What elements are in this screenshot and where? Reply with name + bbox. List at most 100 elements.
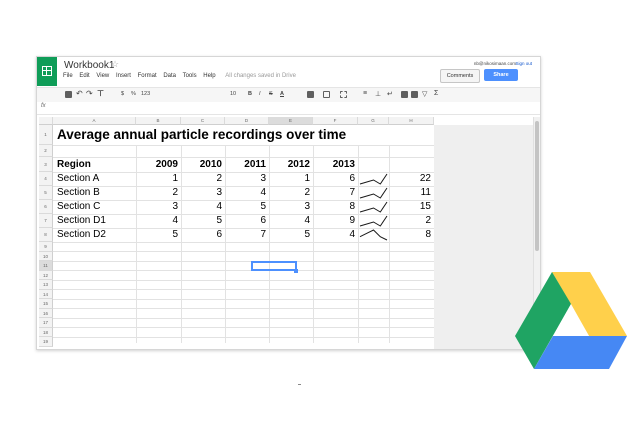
- cell-value[interactable]: 3: [181, 187, 222, 199]
- cell-value[interactable]: 6: [181, 229, 222, 241]
- row-header-14[interactable]: 14: [39, 289, 53, 299]
- document-title[interactable]: Workbook1: [64, 60, 114, 71]
- row-header-7[interactable]: 7: [39, 214, 53, 228]
- cell-total[interactable]: 11: [389, 187, 431, 199]
- menu-help[interactable]: Help: [203, 73, 215, 79]
- row-header-5[interactable]: 5: [39, 186, 53, 200]
- menu-view[interactable]: View: [96, 73, 109, 79]
- cell-region[interactable]: Section B: [57, 187, 100, 199]
- row-header-12[interactable]: 12: [39, 270, 53, 280]
- redo-icon[interactable]: ↷: [86, 89, 93, 98]
- cell-region[interactable]: Section D1: [57, 215, 106, 227]
- font-size-dropdown[interactable]: 10: [230, 91, 236, 97]
- header-region[interactable]: Region: [57, 159, 91, 171]
- cell-total[interactable]: 22: [389, 173, 431, 185]
- cell-value[interactable]: 2: [181, 173, 222, 185]
- column-header-h[interactable]: H: [389, 117, 434, 125]
- cell-value[interactable]: 4: [136, 215, 178, 227]
- cell-value[interactable]: 3: [269, 201, 310, 213]
- cell-value[interactable]: 4: [269, 215, 310, 227]
- selected-cell[interactable]: [251, 261, 297, 271]
- filter-icon[interactable]: ▽: [422, 90, 427, 98]
- menu-format[interactable]: Format: [138, 73, 157, 79]
- column-header-b[interactable]: B: [136, 117, 181, 125]
- menu-tools[interactable]: Tools: [183, 73, 197, 79]
- header-2012[interactable]: 2012: [269, 159, 310, 171]
- row-header-11[interactable]: 11: [39, 261, 53, 271]
- vertical-align-icon[interactable]: ⊥: [375, 90, 381, 98]
- align-icon[interactable]: ≡: [363, 90, 367, 97]
- cell-value[interactable]: 1: [136, 173, 178, 185]
- row-header-8[interactable]: 8: [39, 228, 53, 242]
- column-header-d[interactable]: D: [225, 117, 269, 125]
- cell-value[interactable]: 5: [181, 215, 222, 227]
- header-2011[interactable]: 2011: [225, 159, 266, 171]
- column-header-f[interactable]: F: [313, 117, 358, 125]
- menu-edit[interactable]: Edit: [79, 73, 89, 79]
- cell-value[interactable]: 2: [269, 187, 310, 199]
- number-format-dropdown[interactable]: 123: [141, 91, 150, 97]
- row-header-18[interactable]: 18: [39, 327, 53, 337]
- print-icon[interactable]: [65, 91, 72, 98]
- column-header-g[interactable]: G: [358, 117, 389, 125]
- header-2009[interactable]: 2009: [136, 159, 178, 171]
- insert-chart-icon[interactable]: [411, 91, 418, 98]
- sheet-title-cell[interactable]: Average annual particle recordings over …: [57, 127, 346, 142]
- menu-data[interactable]: Data: [163, 73, 176, 79]
- row-header-10[interactable]: 10: [39, 251, 53, 261]
- merge-cells-icon[interactable]: [340, 91, 347, 98]
- column-header-c[interactable]: C: [181, 117, 225, 125]
- column-header-e[interactable]: E: [269, 117, 313, 125]
- cell-region[interactable]: Section C: [57, 201, 100, 213]
- cell-value[interactable]: 5: [269, 229, 310, 241]
- cell-value[interactable]: 1: [269, 173, 310, 185]
- row-header-15[interactable]: 15: [39, 299, 53, 309]
- cell-value[interactable]: 5: [225, 201, 266, 213]
- comments-button[interactable]: Comments: [440, 69, 480, 83]
- row-header-6[interactable]: 6: [39, 200, 53, 214]
- wrap-text-icon[interactable]: ↵: [387, 90, 393, 98]
- cell-value[interactable]: 7: [313, 187, 355, 199]
- signout-link[interactable]: Sign out: [515, 61, 532, 66]
- cell-value[interactable]: 2: [136, 187, 178, 199]
- cell-value[interactable]: 4: [313, 229, 355, 241]
- italic-button[interactable]: I: [259, 91, 261, 97]
- fill-color-icon[interactable]: [307, 91, 314, 98]
- cell-value[interactable]: 6: [225, 215, 266, 227]
- row-header-19[interactable]: 19: [39, 337, 53, 347]
- menu-file[interactable]: File: [63, 73, 73, 79]
- column-header-a[interactable]: A: [53, 117, 136, 125]
- cell-region[interactable]: Section A: [57, 173, 99, 185]
- insert-comment-icon[interactable]: [401, 91, 408, 98]
- row-header-4[interactable]: 4: [39, 172, 53, 186]
- menu-insert[interactable]: Insert: [116, 73, 131, 79]
- spreadsheet-logo-icon[interactable]: [37, 57, 57, 86]
- cell-total[interactable]: 2: [389, 215, 431, 227]
- select-all-corner[interactable]: [39, 117, 53, 125]
- row-header-13[interactable]: 13: [39, 280, 53, 290]
- row-header-1[interactable]: 1: [39, 125, 53, 145]
- cell-value[interactable]: 5: [136, 229, 178, 241]
- text-color-button[interactable]: A: [280, 91, 284, 97]
- header-2013[interactable]: 2013: [313, 159, 355, 171]
- fill-handle[interactable]: [294, 269, 298, 273]
- functions-button[interactable]: Σ: [434, 90, 438, 97]
- row-header-17[interactable]: 17: [39, 318, 53, 328]
- cell-total[interactable]: 15: [389, 201, 431, 213]
- header-2010[interactable]: 2010: [181, 159, 222, 171]
- cell-value[interactable]: 4: [225, 187, 266, 199]
- cell-value[interactable]: 3: [225, 173, 266, 185]
- percent-format-button[interactable]: %: [131, 91, 136, 97]
- cell-total[interactable]: 8: [389, 229, 431, 241]
- cell-region[interactable]: Section D2: [57, 229, 106, 241]
- paint-format-icon[interactable]: ⊤: [97, 89, 104, 98]
- cell-value[interactable]: 4: [181, 201, 222, 213]
- bold-button[interactable]: B: [248, 91, 252, 97]
- scrollbar-thumb[interactable]: [535, 121, 539, 251]
- cell-value[interactable]: 8: [313, 201, 355, 213]
- cell-value[interactable]: 3: [136, 201, 178, 213]
- row-header-9[interactable]: 9: [39, 242, 53, 252]
- star-icon[interactable]: ☆: [111, 59, 119, 70]
- borders-icon[interactable]: [323, 91, 330, 98]
- undo-icon[interactable]: ↶: [76, 89, 83, 98]
